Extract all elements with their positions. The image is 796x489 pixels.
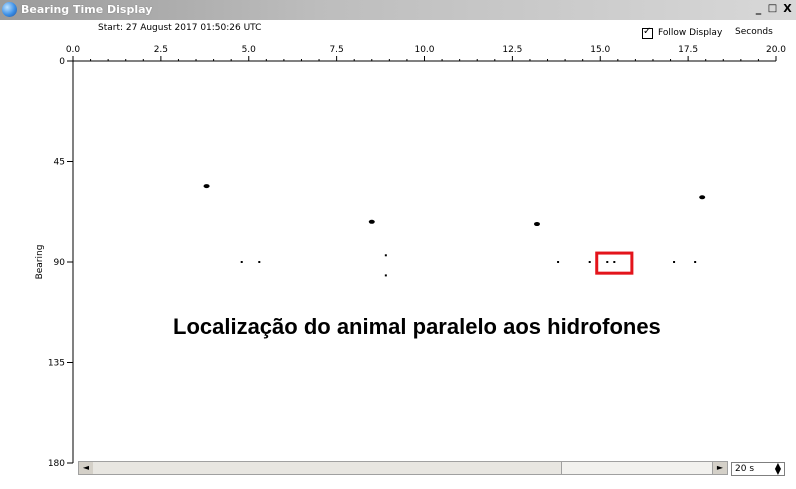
y-tick-label: 45 [54, 158, 65, 168]
data-point [606, 261, 609, 263]
data-point [699, 195, 706, 200]
data-point [673, 261, 676, 263]
annotation-text: Localização do animal paralelo aos hidro… [173, 314, 661, 339]
y-tick-label: 135 [48, 359, 65, 369]
chart-marks [203, 184, 706, 277]
bearing-time-window: Bearing Time Display _ □ X Start: 27 Aug… [0, 0, 796, 489]
data-point [557, 261, 560, 263]
data-point [368, 219, 375, 224]
data-point [258, 261, 261, 263]
time-span-spinner[interactable]: 20 s ▲ ▼ [731, 462, 785, 476]
x-tick-label: 20.0 [766, 45, 786, 55]
x-tick-label: 17.5 [678, 45, 698, 55]
y-axis-label: Bearing [35, 245, 45, 280]
x-tick-label: 10.0 [414, 45, 434, 55]
time-span-value: 20 s [735, 464, 755, 474]
data-point [203, 184, 210, 189]
scroll-right-icon[interactable]: ► [712, 462, 727, 474]
x-tick-label: 7.5 [329, 45, 343, 55]
scrollbar-track[interactable] [93, 462, 561, 474]
x-tick-label: 0.0 [66, 45, 81, 55]
y-tick-label: 0 [59, 57, 65, 67]
scrollbar-thumb[interactable] [561, 462, 714, 474]
data-point [533, 222, 540, 227]
scroll-left-icon[interactable]: ◄ [79, 462, 94, 474]
spinner-arrows-icon[interactable]: ▲ ▼ [772, 462, 784, 476]
chart-axes: 0.0 2.5 5.0 7.5 10.0 12.5 15.0 17.5 20.0 0 45 90 135… [35, 45, 786, 469]
data-point [240, 261, 243, 263]
data-point [613, 261, 616, 263]
highlight-box [595, 251, 634, 275]
time-scrollbar[interactable]: ◄ ► [78, 461, 728, 475]
data-point [694, 261, 697, 263]
data-point [384, 254, 387, 257]
y-tick-label: 180 [48, 459, 65, 469]
data-point [588, 261, 591, 263]
y-tick-label: 90 [54, 258, 66, 268]
x-tick-label: 2.5 [154, 45, 168, 55]
x-tick-label: 5.0 [242, 45, 257, 55]
x-tick-label: 15.0 [590, 45, 610, 55]
bearing-chart: 0.0 2.5 5.0 7.5 10.0 12.5 15.0 17.5 20.0 0 45 90 135… [35, 45, 786, 469]
x-tick-label: 12.5 [502, 45, 522, 55]
data-point [384, 274, 387, 277]
